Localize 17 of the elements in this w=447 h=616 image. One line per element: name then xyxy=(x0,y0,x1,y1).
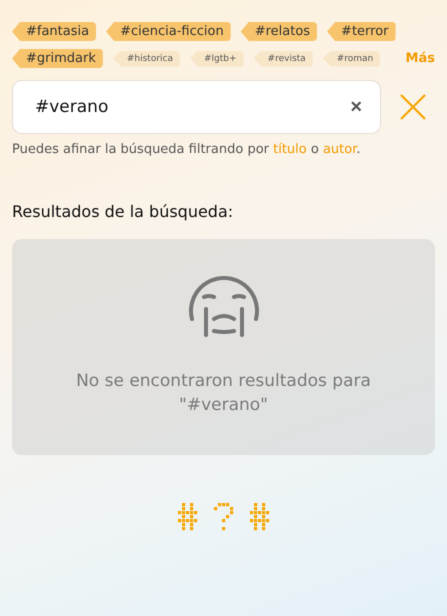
no-results-message: No se encontraron resultados para "#verano" xyxy=(75,370,372,417)
tag[interactable]: #terror xyxy=(327,22,396,41)
tag[interactable]: #relatos xyxy=(240,22,318,41)
tag[interactable]: #lgtb+ xyxy=(190,50,244,66)
tag[interactable]: #roman xyxy=(322,50,380,66)
tag[interactable]: #revista xyxy=(254,50,313,66)
clear-button[interactable]: × xyxy=(350,96,362,118)
search-hint: Puedes afinar la búsqueda filtrando por título o autor. xyxy=(12,141,362,159)
search-field[interactable]: #verano × xyxy=(12,80,381,134)
tag[interactable]: #fantasia xyxy=(12,22,96,41)
close-icon xyxy=(399,93,427,121)
dotted-symbols-icon xyxy=(178,503,270,531)
close-button[interactable] xyxy=(399,93,427,121)
results-heading: Resultados de la búsqueda: xyxy=(12,202,234,221)
tag[interactable]: #ciencia-ficcion xyxy=(106,22,231,41)
tag[interactable]: #historica xyxy=(112,50,180,66)
tag[interactable]: #grimdark xyxy=(12,49,103,68)
